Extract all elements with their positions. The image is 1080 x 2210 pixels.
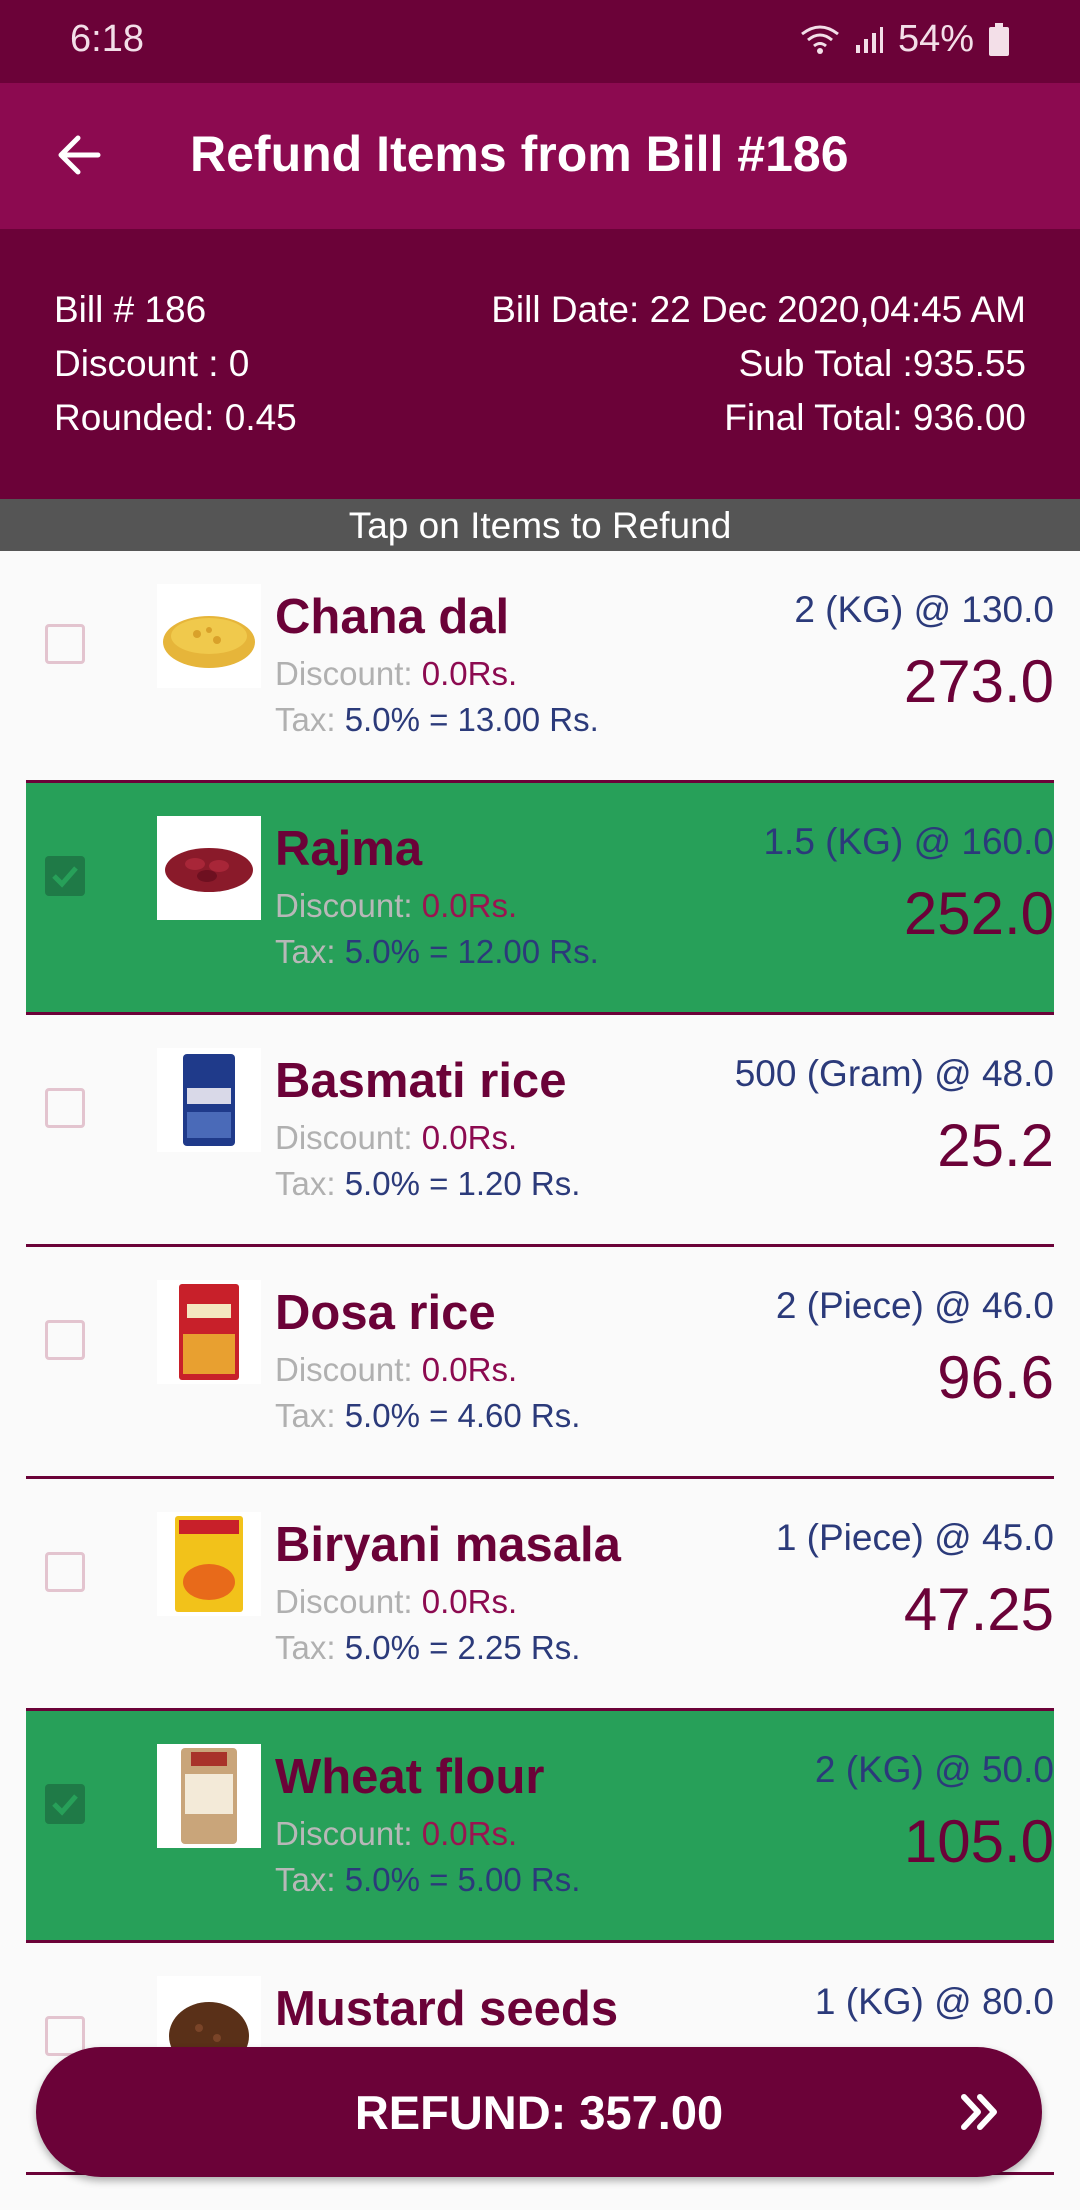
back-button[interactable] [48,123,112,187]
chana-dal-thumbnail [157,584,261,688]
item-name: Basmati rice [275,1054,567,1108]
refund-button-label: REFUND: 357.00 [354,2086,724,2139]
status-time: 6:18 [70,18,144,60]
back-arrow-icon [58,135,101,175]
bill-summary: Bill # 186 Discount : 0 Rounded: 0.45 Bi… [0,229,1080,499]
item-name: Biryani masala [275,1518,621,1572]
double-chevron-right-icon [956,2087,1006,2142]
bill-rounded: Rounded: 0.45 [54,397,297,438]
dosa-rice-thumbnail [157,1280,261,1384]
item-tax: Tax: 5.0% = 13.00 Rs. [275,701,599,738]
bill-discount: Discount : 0 [54,343,250,384]
instruction-banner: Tap on Items to Refund [0,499,1080,551]
item-quantity-rate: 1.5 (KG) @ 160.0 [763,821,1054,862]
item-name: Rajma [275,822,423,876]
item-total: 96.6 [937,1344,1054,1411]
item-discount: Discount: 0.0Rs. [275,1583,518,1620]
item-checkbox[interactable] [45,1088,85,1128]
item-tax: Tax: 5.0% = 2.25 Rs. [275,1629,581,1666]
status-bar: 6:18 54% [0,0,1080,83]
item-discount: Discount: 0.0Rs. [275,1815,518,1852]
item-checkbox[interactable] [45,624,85,664]
item-quantity-rate: 2 (KG) @ 130.0 [794,589,1054,630]
item-total: 105.0 [903,1808,1054,1875]
rajma-thumbnail [157,816,261,920]
item-quantity-rate: 1 (Piece) @ 45.0 [775,1517,1054,1558]
signal-icon [854,25,884,55]
wifi-icon [800,24,840,56]
item-name: Mustard seeds [275,1982,619,2036]
battery-percent: 54% [897,18,974,60]
item-checkbox[interactable] [45,1320,85,1360]
battery-icon [988,22,1010,57]
item-checkbox[interactable] [45,856,85,896]
item-name: Chana dal [275,590,510,644]
item-discount: Discount: 0.0Rs. [275,1351,518,1388]
item-quantity-rate: 2 (KG) @ 50.0 [814,1749,1054,1790]
item-tax: Tax: 5.0% = 12.00 Rs. [275,933,599,970]
bill-date: Bill Date: 22 Dec 2020,04:45 AM [491,289,1026,330]
bill-final-total: Final Total: 936.00 [724,397,1026,438]
page-title: Refund Items from Bill #186 [190,126,849,182]
refund-item-list: Chana dal Discount: 0.0Rs. Tax: 5.0% = 1… [26,551,1054,2175]
item-row-dosa-rice[interactable]: Dosa rice Discount: 0.0Rs. Tax: 5.0% = 4… [26,1247,1054,1479]
check-icon [52,1794,78,1816]
item-checkbox[interactable] [45,1552,85,1592]
status-icons: 54% [800,18,1010,61]
biryani-masala-thumbnail [157,1512,261,1616]
item-total: 47.25 [903,1576,1054,1643]
item-name: Dosa rice [275,1286,496,1340]
item-discount: Discount: 0.0Rs. [275,1119,518,1156]
item-quantity-rate: 500 (Gram) @ 48.0 [734,1053,1054,1094]
bill-number: Bill # 186 [54,289,207,330]
bill-subtotal: Sub Total :935.55 [738,343,1026,384]
item-total: 25.2 [937,1112,1054,1179]
item-total: 252.0 [903,880,1054,947]
basmati-rice-thumbnail [157,1048,261,1152]
item-discount: Discount: 0.0Rs. [275,887,518,924]
item-tax: Tax: 5.0% = 4.60 Rs. [275,1397,581,1434]
item-row-rajma[interactable]: Rajma Discount: 0.0Rs. Tax: 5.0% = 12.00… [26,783,1054,1015]
item-row-biryani-masala[interactable]: Biryani masala Discount: 0.0Rs. Tax: 5.0… [26,1479,1054,1711]
check-icon [52,866,78,888]
item-discount: Discount: 0.0Rs. [275,655,518,692]
item-quantity-rate: 1 (KG) @ 80.0 [814,1981,1054,2022]
item-total: 273.0 [903,648,1054,715]
app-bar: Refund Items from Bill #186 [0,83,1080,229]
wheat-flour-thumbnail [157,1744,261,1848]
item-row-chana-dal[interactable]: Chana dal Discount: 0.0Rs. Tax: 5.0% = 1… [26,551,1054,783]
item-row-basmati-rice[interactable]: Basmati rice Discount: 0.0Rs. Tax: 5.0% … [26,1015,1054,1247]
item-tax: Tax: 5.0% = 1.20 Rs. [275,1165,581,1202]
item-row-wheat-flour[interactable]: Wheat flour Discount: 0.0Rs. Tax: 5.0% =… [26,1711,1054,1943]
item-name: Wheat flour [275,1750,545,1804]
refund-button[interactable]: REFUND: 357.00 [36,2047,1042,2177]
item-quantity-rate: 2 (Piece) @ 46.0 [775,1285,1054,1326]
item-checkbox[interactable] [45,1784,85,1824]
item-tax: Tax: 5.0% = 5.00 Rs. [275,1861,581,1898]
